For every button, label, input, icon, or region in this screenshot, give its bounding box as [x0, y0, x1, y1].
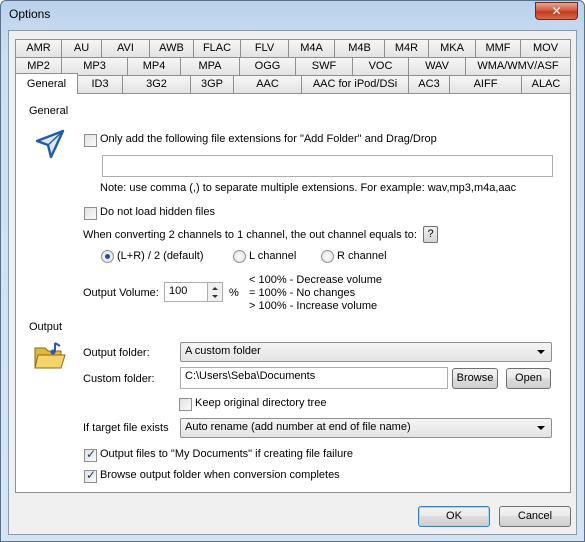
- folder-icon: [33, 340, 67, 375]
- browse-output-label: Browse output folder when conversion com…: [100, 469, 340, 481]
- target-exists-select[interactable]: Auto rename (add number at end of file n…: [180, 418, 552, 438]
- tab-row-3: General ID3 3G2 3GP AAC AAC for iPod/DSi…: [15, 73, 571, 94]
- tab-wma-wmv-asf[interactable]: WMA/WMV/ASF: [465, 57, 571, 75]
- extensions-input[interactable]: [102, 155, 553, 177]
- tab-voc[interactable]: VOC: [352, 57, 409, 75]
- add-folder-extensions-label: Only add the following file extensions f…: [100, 133, 437, 145]
- title-bar[interactable]: Options ✕: [1, 1, 584, 27]
- target-exists-label: If target file exists: [83, 422, 169, 434]
- output-divider: [68, 327, 555, 328]
- tab-mov[interactable]: MOV: [520, 39, 571, 57]
- custom-folder-label: Custom folder:: [83, 373, 155, 385]
- chevron-down-icon: [537, 426, 545, 430]
- tab-3g2[interactable]: 3G2: [122, 75, 191, 93]
- tab-m4r[interactable]: M4R: [384, 39, 429, 57]
- general-section-label: General: [29, 105, 71, 117]
- tab-flac[interactable]: FLAC: [193, 39, 241, 57]
- hidden-files-checkbox[interactable]: [84, 207, 97, 220]
- close-button[interactable]: ✕: [535, 2, 578, 20]
- tab-amr[interactable]: AMR: [15, 39, 62, 57]
- tab-row-2: MP2 MP3 MP4 MPA OGG SWF VOC WAV WMA/WMV/…: [15, 57, 571, 75]
- tab-id3[interactable]: ID3: [77, 75, 123, 93]
- tab-swf[interactable]: SWF: [295, 57, 353, 75]
- tab-m4b[interactable]: M4B: [334, 39, 385, 57]
- tab-aac[interactable]: AAC: [233, 75, 302, 93]
- tab-mp4[interactable]: MP4: [127, 57, 181, 75]
- custom-folder-input[interactable]: C:\Users\Seba\Documents: [180, 367, 448, 389]
- cancel-button[interactable]: Cancel: [499, 506, 571, 527]
- general-divider: [70, 112, 555, 113]
- channel-question: When converting 2 channels to 1 channel,…: [83, 229, 417, 241]
- radio-r-channel[interactable]: [321, 250, 334, 263]
- browse-output-checkbox[interactable]: [84, 468, 97, 483]
- tab-mmf[interactable]: MMF: [475, 39, 521, 57]
- hidden-files-label: Do not load hidden files: [100, 206, 215, 218]
- keep-directory-tree-checkbox[interactable]: [179, 398, 192, 411]
- channel-help-button[interactable]: ?: [423, 226, 438, 243]
- output-folder-select[interactable]: A custom folder: [180, 342, 552, 362]
- radio-l-channel-label: L channel: [249, 250, 297, 262]
- output-section-label: Output: [29, 321, 65, 333]
- output-volume-input[interactable]: 100: [164, 282, 208, 302]
- paper-plane-icon: [34, 128, 66, 163]
- volume-note-nochange: = 100% - No changes: [249, 287, 356, 299]
- my-documents-checkbox[interactable]: [84, 447, 97, 462]
- volume-stepper[interactable]: [207, 282, 223, 302]
- tab-ac3[interactable]: AC3: [408, 75, 450, 93]
- volume-note-increase: > 100% - Increase volume: [249, 300, 378, 312]
- stepper-up-icon[interactable]: [212, 287, 218, 290]
- tab-aac-ipod-dsi[interactable]: AAC for iPod/DSi: [301, 75, 409, 93]
- keep-directory-tree-label: Keep original directory tree: [195, 397, 327, 409]
- window-title: Options: [9, 7, 51, 21]
- ok-button[interactable]: OK: [418, 506, 490, 527]
- radio-r-channel-label: R channel: [337, 250, 387, 262]
- tab-m4a[interactable]: M4A: [288, 39, 335, 57]
- tab-general[interactable]: General: [15, 73, 78, 94]
- tab-3gp[interactable]: 3GP: [190, 75, 234, 93]
- output-volume-label: Output Volume:: [83, 287, 159, 299]
- tab-mpa[interactable]: MPA: [180, 57, 240, 75]
- chevron-down-icon: [537, 350, 545, 354]
- radio-lr-average-label: (L+R) / 2 (default): [117, 250, 204, 262]
- tab-au[interactable]: AU: [61, 39, 102, 57]
- general-tab-panel: General Only add the following file exte…: [15, 93, 571, 493]
- tab-ogg[interactable]: OGG: [239, 57, 296, 75]
- extensions-note: Note: use comma (,) to separate multiple…: [100, 182, 517, 194]
- add-folder-extensions-checkbox[interactable]: [84, 134, 97, 147]
- radio-l-channel[interactable]: [233, 250, 246, 263]
- percent-sign: %: [229, 287, 239, 299]
- my-documents-label: Output files to "My Documents" if creati…: [100, 448, 353, 460]
- stepper-down-icon[interactable]: [212, 295, 218, 298]
- options-window: Options ✕ AMR AU AVI AWB FLAC FLV M4A M4…: [0, 0, 585, 542]
- tab-wav[interactable]: WAV: [408, 57, 466, 75]
- tab-mka[interactable]: MKA: [428, 39, 476, 57]
- open-button[interactable]: Open: [506, 368, 551, 389]
- output-folder-label: Output folder:: [83, 347, 150, 359]
- tab-avi[interactable]: AVI: [101, 39, 150, 57]
- tab-aiff[interactable]: AIFF: [449, 75, 522, 93]
- tab-awb[interactable]: AWB: [149, 39, 194, 57]
- browse-button[interactable]: Browse: [452, 368, 498, 389]
- tab-row-1: AMR AU AVI AWB FLAC FLV M4A M4B M4R MKA …: [15, 39, 571, 57]
- tab-flv[interactable]: FLV: [240, 39, 289, 57]
- tab-alac[interactable]: ALAC: [521, 75, 571, 93]
- volume-note-decrease: < 100% - Decrease volume: [249, 274, 382, 286]
- output-folder-value: A custom folder: [185, 345, 261, 357]
- target-exists-value: Auto rename (add number at end of file n…: [185, 421, 411, 433]
- radio-lr-average[interactable]: [101, 250, 114, 263]
